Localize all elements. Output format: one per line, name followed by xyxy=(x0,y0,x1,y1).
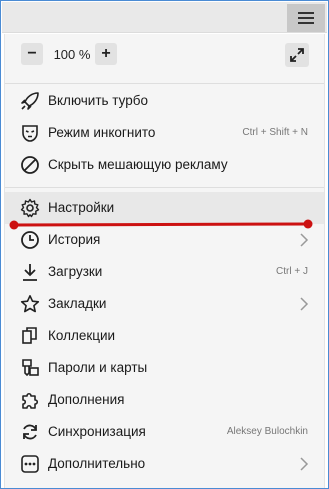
menu-item-label: Настройки xyxy=(48,200,115,215)
zoom-level: 100 % xyxy=(53,47,91,62)
menu-item-label: Загрузки xyxy=(48,264,103,279)
menu-item-label: Синхронизация xyxy=(48,424,146,439)
menu-item-label: Режим инкогнито xyxy=(48,125,156,140)
plus-icon: + xyxy=(101,45,111,62)
account-name: Aleksey Bulochkin xyxy=(226,426,308,437)
menu-item-bookmarks[interactable]: Закладки xyxy=(5,288,324,320)
minus-icon: − xyxy=(27,45,37,62)
zoom-row: − 100 % + xyxy=(5,34,324,78)
menu-item-passwords[interactable]: Пароли и карты xyxy=(5,352,324,384)
divider xyxy=(5,187,324,188)
menu-item-label: Закладки xyxy=(48,296,107,311)
divider xyxy=(5,83,324,84)
shortcut-hint: Ctrl + Shift + N xyxy=(242,127,308,138)
shortcut-hint: Ctrl + J xyxy=(276,266,308,277)
gear-icon xyxy=(19,197,41,219)
annotation-dot-right xyxy=(303,219,313,229)
fullscreen-button[interactable] xyxy=(285,43,309,67)
annotation-dot-left xyxy=(9,220,19,230)
menu-item-label: Дополнения xyxy=(48,392,125,407)
chevron-right-icon xyxy=(300,233,309,247)
zoom-in-button[interactable]: + xyxy=(95,43,117,65)
incognito-mask-icon xyxy=(19,122,41,144)
star-icon xyxy=(19,293,41,315)
chevron-right-icon xyxy=(300,297,309,311)
main-menu-panel: − 100 % + Включить турбо Режим инкогнито… xyxy=(4,34,325,488)
menu-item-label: Пароли и карты xyxy=(48,360,148,375)
puzzle-icon xyxy=(19,389,41,411)
download-icon xyxy=(19,261,41,283)
menu-item-label: Скрыть мешающую рекламу xyxy=(48,157,228,172)
hamburger-icon xyxy=(298,12,314,24)
collections-icon xyxy=(19,325,41,347)
menu-item-label: Включить турбо xyxy=(48,93,148,108)
browser-toolbar xyxy=(2,2,327,33)
sync-icon xyxy=(19,421,41,443)
annotation-underline xyxy=(9,219,313,230)
menu-item-label: История xyxy=(48,232,101,247)
menu-item-more[interactable]: Дополнительно xyxy=(5,448,324,480)
menu-item-collections[interactable]: Коллекции xyxy=(5,320,324,352)
clock-icon xyxy=(19,229,41,251)
expand-icon xyxy=(290,48,304,62)
menu-item-block-ads[interactable]: Скрыть мешающую рекламу xyxy=(5,149,324,181)
more-icon xyxy=(19,453,41,475)
rocket-icon xyxy=(19,90,41,112)
menu-item-label: Коллекции xyxy=(48,328,116,343)
menu-item-incognito[interactable]: Режим инкогнито Ctrl + Shift + N xyxy=(5,117,324,149)
browser-window: − 100 % + Включить турбо Режим инкогнито… xyxy=(0,0,329,489)
menu-item-downloads[interactable]: Загрузки Ctrl + J xyxy=(5,256,324,288)
zoom-out-button[interactable]: − xyxy=(21,43,43,65)
menu-item-turbo[interactable]: Включить турбо xyxy=(5,85,324,117)
block-icon xyxy=(19,154,41,176)
menu-item-label: Дополнительно xyxy=(48,456,146,471)
passwords-cards-icon xyxy=(19,357,41,379)
chevron-right-icon xyxy=(300,457,309,471)
main-menu-button[interactable] xyxy=(287,4,325,32)
menu-item-extensions[interactable]: Дополнения xyxy=(5,384,324,416)
menu-item-sync[interactable]: Синхронизация Aleksey Bulochkin xyxy=(5,416,324,448)
